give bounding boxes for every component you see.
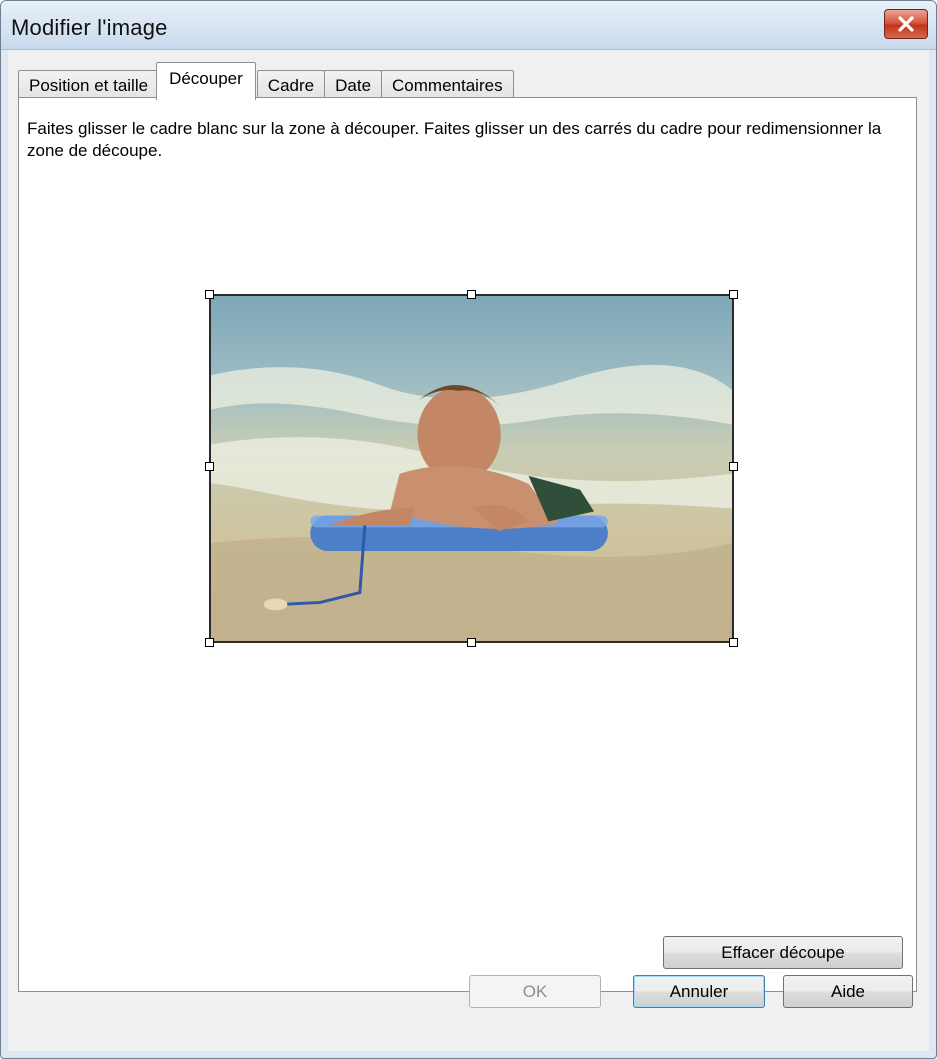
close-icon <box>897 16 915 32</box>
help-button[interactable]: Aide <box>783 975 913 1008</box>
crop-handle-top-middle[interactable] <box>467 290 476 299</box>
crop-instructions: Faites glisser le cadre blanc sur la zon… <box>27 119 882 160</box>
crop-handle-middle-right[interactable] <box>729 462 738 471</box>
window-title: Modifier l'image <box>11 15 168 40</box>
crop-handle-bottom-middle[interactable] <box>467 638 476 647</box>
crop-handle-bottom-left[interactable] <box>205 638 214 647</box>
dialog-window: Modifier l'image Position et taille Déco… <box>0 0 937 1059</box>
cancel-button[interactable]: Annuler <box>633 975 765 1008</box>
dialog-client-area: Position et taille Découper Cadre Date C… <box>8 50 929 1051</box>
crop-handle-bottom-right[interactable] <box>729 638 738 647</box>
crop-handle-top-right[interactable] <box>729 290 738 299</box>
tab-commentaires[interactable]: Commentaires <box>381 70 514 100</box>
title-bar[interactable]: Modifier l'image <box>1 1 936 50</box>
crop-tab-panel: Faites glisser le cadre blanc sur la zon… <box>18 97 917 992</box>
tab-strip: Position et taille Découper Cadre Date C… <box>18 62 514 100</box>
tab-position-et-taille[interactable]: Position et taille <box>18 70 160 100</box>
crop-frame[interactable] <box>205 290 738 647</box>
tab-decouper[interactable]: Découper <box>156 62 256 100</box>
tab-cadre[interactable]: Cadre <box>256 70 326 100</box>
crop-handle-middle-left[interactable] <box>205 462 214 471</box>
tab-date[interactable]: Date <box>324 70 383 100</box>
photo-preview <box>211 296 732 641</box>
clear-crop-button[interactable]: Effacer découpe <box>663 936 903 969</box>
ok-button[interactable]: OK <box>469 975 601 1008</box>
crop-handle-top-left[interactable] <box>205 290 214 299</box>
close-button[interactable] <box>884 9 928 39</box>
